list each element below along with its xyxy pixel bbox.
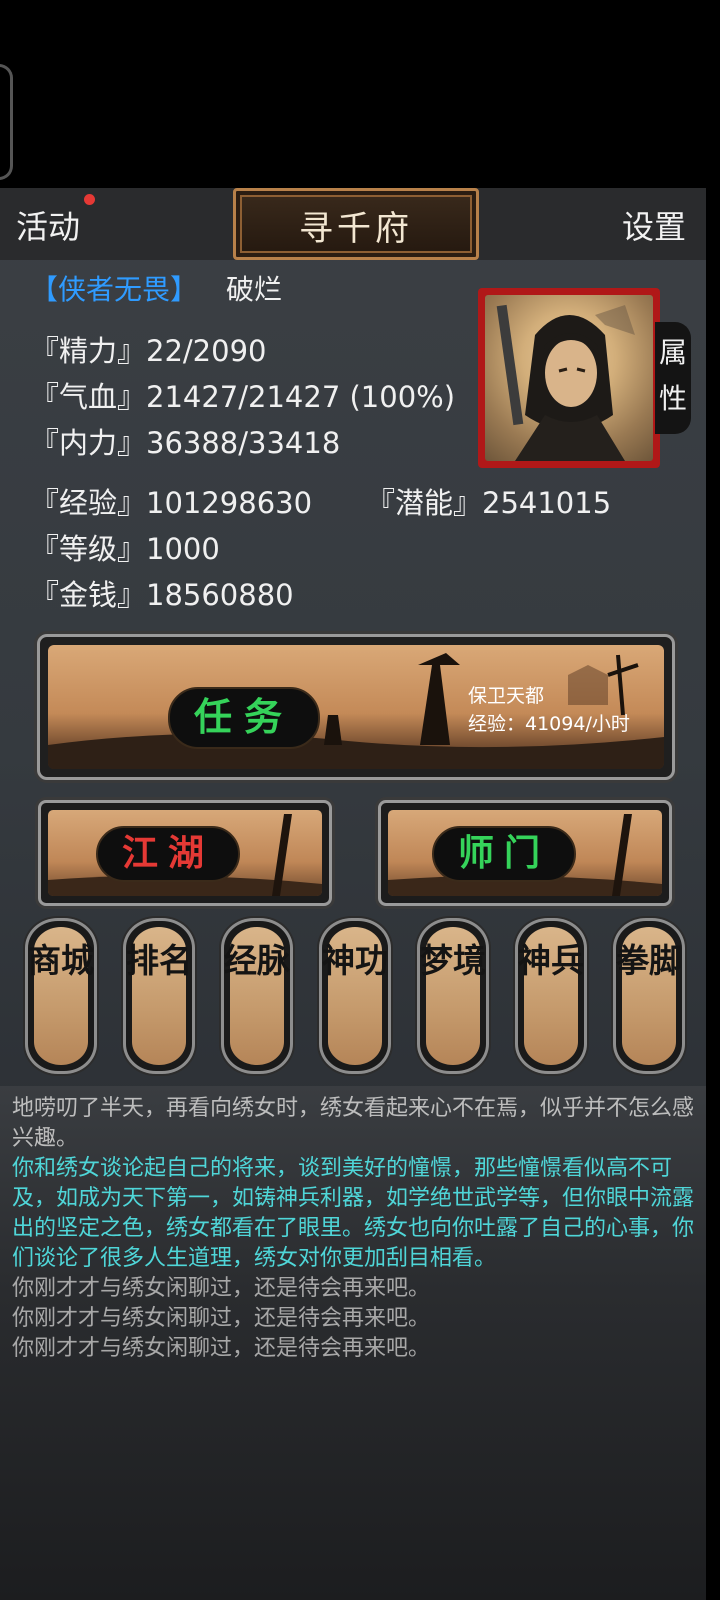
settings-label: 设置	[621, 208, 686, 246]
attributes-tab[interactable]: 属性	[655, 322, 691, 434]
swordsman-portrait-icon	[496, 304, 635, 461]
stat-potential: 『潜能』2541015	[366, 486, 612, 520]
tile-label: 经脉	[224, 941, 290, 980]
message-log[interactable]: 地唠叨了半天，再看向绣女时，绣女看起来心不在焉，似乎并不怎么感兴趣。 你和绣女谈…	[0, 1086, 706, 1600]
tile-meridian[interactable]: 经脉	[221, 918, 293, 1074]
task-label: 任务	[193, 694, 294, 739]
edge-handle	[0, 64, 13, 180]
log-entry: 你刚才才与绣女闲聊过，还是待会再来吧。	[12, 1276, 431, 1301]
stat-level: 『等级』1000	[30, 532, 220, 566]
attributes-tab-label: 属性	[659, 336, 688, 415]
shimen-art: 师门	[388, 810, 662, 896]
location-title: 寻千府	[299, 209, 413, 249]
tile-label: 商城	[28, 941, 94, 980]
log-entry: 你刚才才与绣女闲聊过，还是待会再来吧。	[12, 1336, 431, 1361]
avatar	[485, 295, 653, 461]
tile-ranking[interactable]: 排名	[123, 918, 195, 1074]
shimen-label-pill: 师门	[432, 826, 576, 882]
task-name: 保卫天都	[468, 685, 545, 707]
shimen-button[interactable]: 师门	[378, 800, 672, 906]
notification-dot-icon	[84, 194, 95, 205]
activity-button[interactable]: 活动	[16, 202, 80, 248]
stat-energy: 『精力』22/2090	[30, 334, 267, 368]
task-label-pill: 任务	[168, 687, 320, 749]
jianghu-button[interactable]: 江湖	[38, 800, 332, 906]
tile-label: 神兵	[518, 941, 584, 980]
top-bar: 活动 寻千府 设置	[0, 188, 706, 260]
jianghu-art: 江湖	[48, 810, 322, 896]
task-button[interactable]: 任务 保卫天都 经验：41094/小时	[37, 634, 675, 780]
tile-dream[interactable]: 梦境	[417, 918, 489, 1074]
tile-divine-weapon[interactable]: 神兵	[515, 918, 587, 1074]
stat-money: 『金钱』18560880	[30, 578, 294, 612]
tile-shop[interactable]: 商城	[25, 918, 97, 1074]
log-entry: 地唠叨了半天，再看向绣女时，绣女看起来心不在焉，似乎并不怎么感兴趣。	[12, 1096, 695, 1151]
tile-label: 神功	[322, 941, 388, 980]
log-entry: 你和绣女谈论起自己的将来，谈到美好的憧憬，那些憧憬看似高不可及，如成为天下第一，…	[12, 1156, 695, 1271]
stat-hp: 『气血』21427/21427 (100%)	[30, 380, 456, 414]
tile-label: 排名	[126, 941, 192, 980]
log-list: 地唠叨了半天，再看向绣女时，绣女看起来心不在焉，似乎并不怎么感兴趣。 你和绣女谈…	[12, 1094, 698, 1364]
tile-divine-skill[interactable]: 神功	[319, 918, 391, 1074]
tile-label: 梦境	[420, 941, 486, 980]
jianghu-label-pill: 江湖	[96, 826, 240, 882]
shimen-label: 师门	[457, 832, 550, 874]
settings-button[interactable]: 设置	[622, 202, 686, 248]
location-plaque: 寻千府	[233, 188, 479, 260]
task-banner-art: 任务 保卫天都 经验：41094/小时	[48, 645, 664, 769]
jianghu-label: 江湖	[121, 832, 214, 874]
tile-label: 拳脚	[616, 941, 682, 980]
tile-fist-kick[interactable]: 拳脚	[613, 918, 685, 1074]
hero-portrait[interactable]	[478, 288, 660, 468]
task-exp-rate: 经验：41094/小时	[468, 713, 630, 735]
battlefield-silhouette-icon	[48, 653, 664, 769]
log-entry: 你刚才才与绣女闲聊过，还是待会再来吧。	[12, 1306, 431, 1331]
hero-rank: 破烂	[226, 273, 283, 306]
hero-title: 【侠者无畏】	[30, 273, 199, 306]
activity-label: 活动	[16, 208, 81, 246]
stat-mp: 『内力』36388/33418	[30, 426, 341, 460]
game-screen: 活动 寻千府 设置 【侠者无畏】 破烂 『精力』22/2090 『气血』2142…	[0, 188, 706, 1600]
stat-exp: 『经验』101298630	[30, 486, 313, 520]
